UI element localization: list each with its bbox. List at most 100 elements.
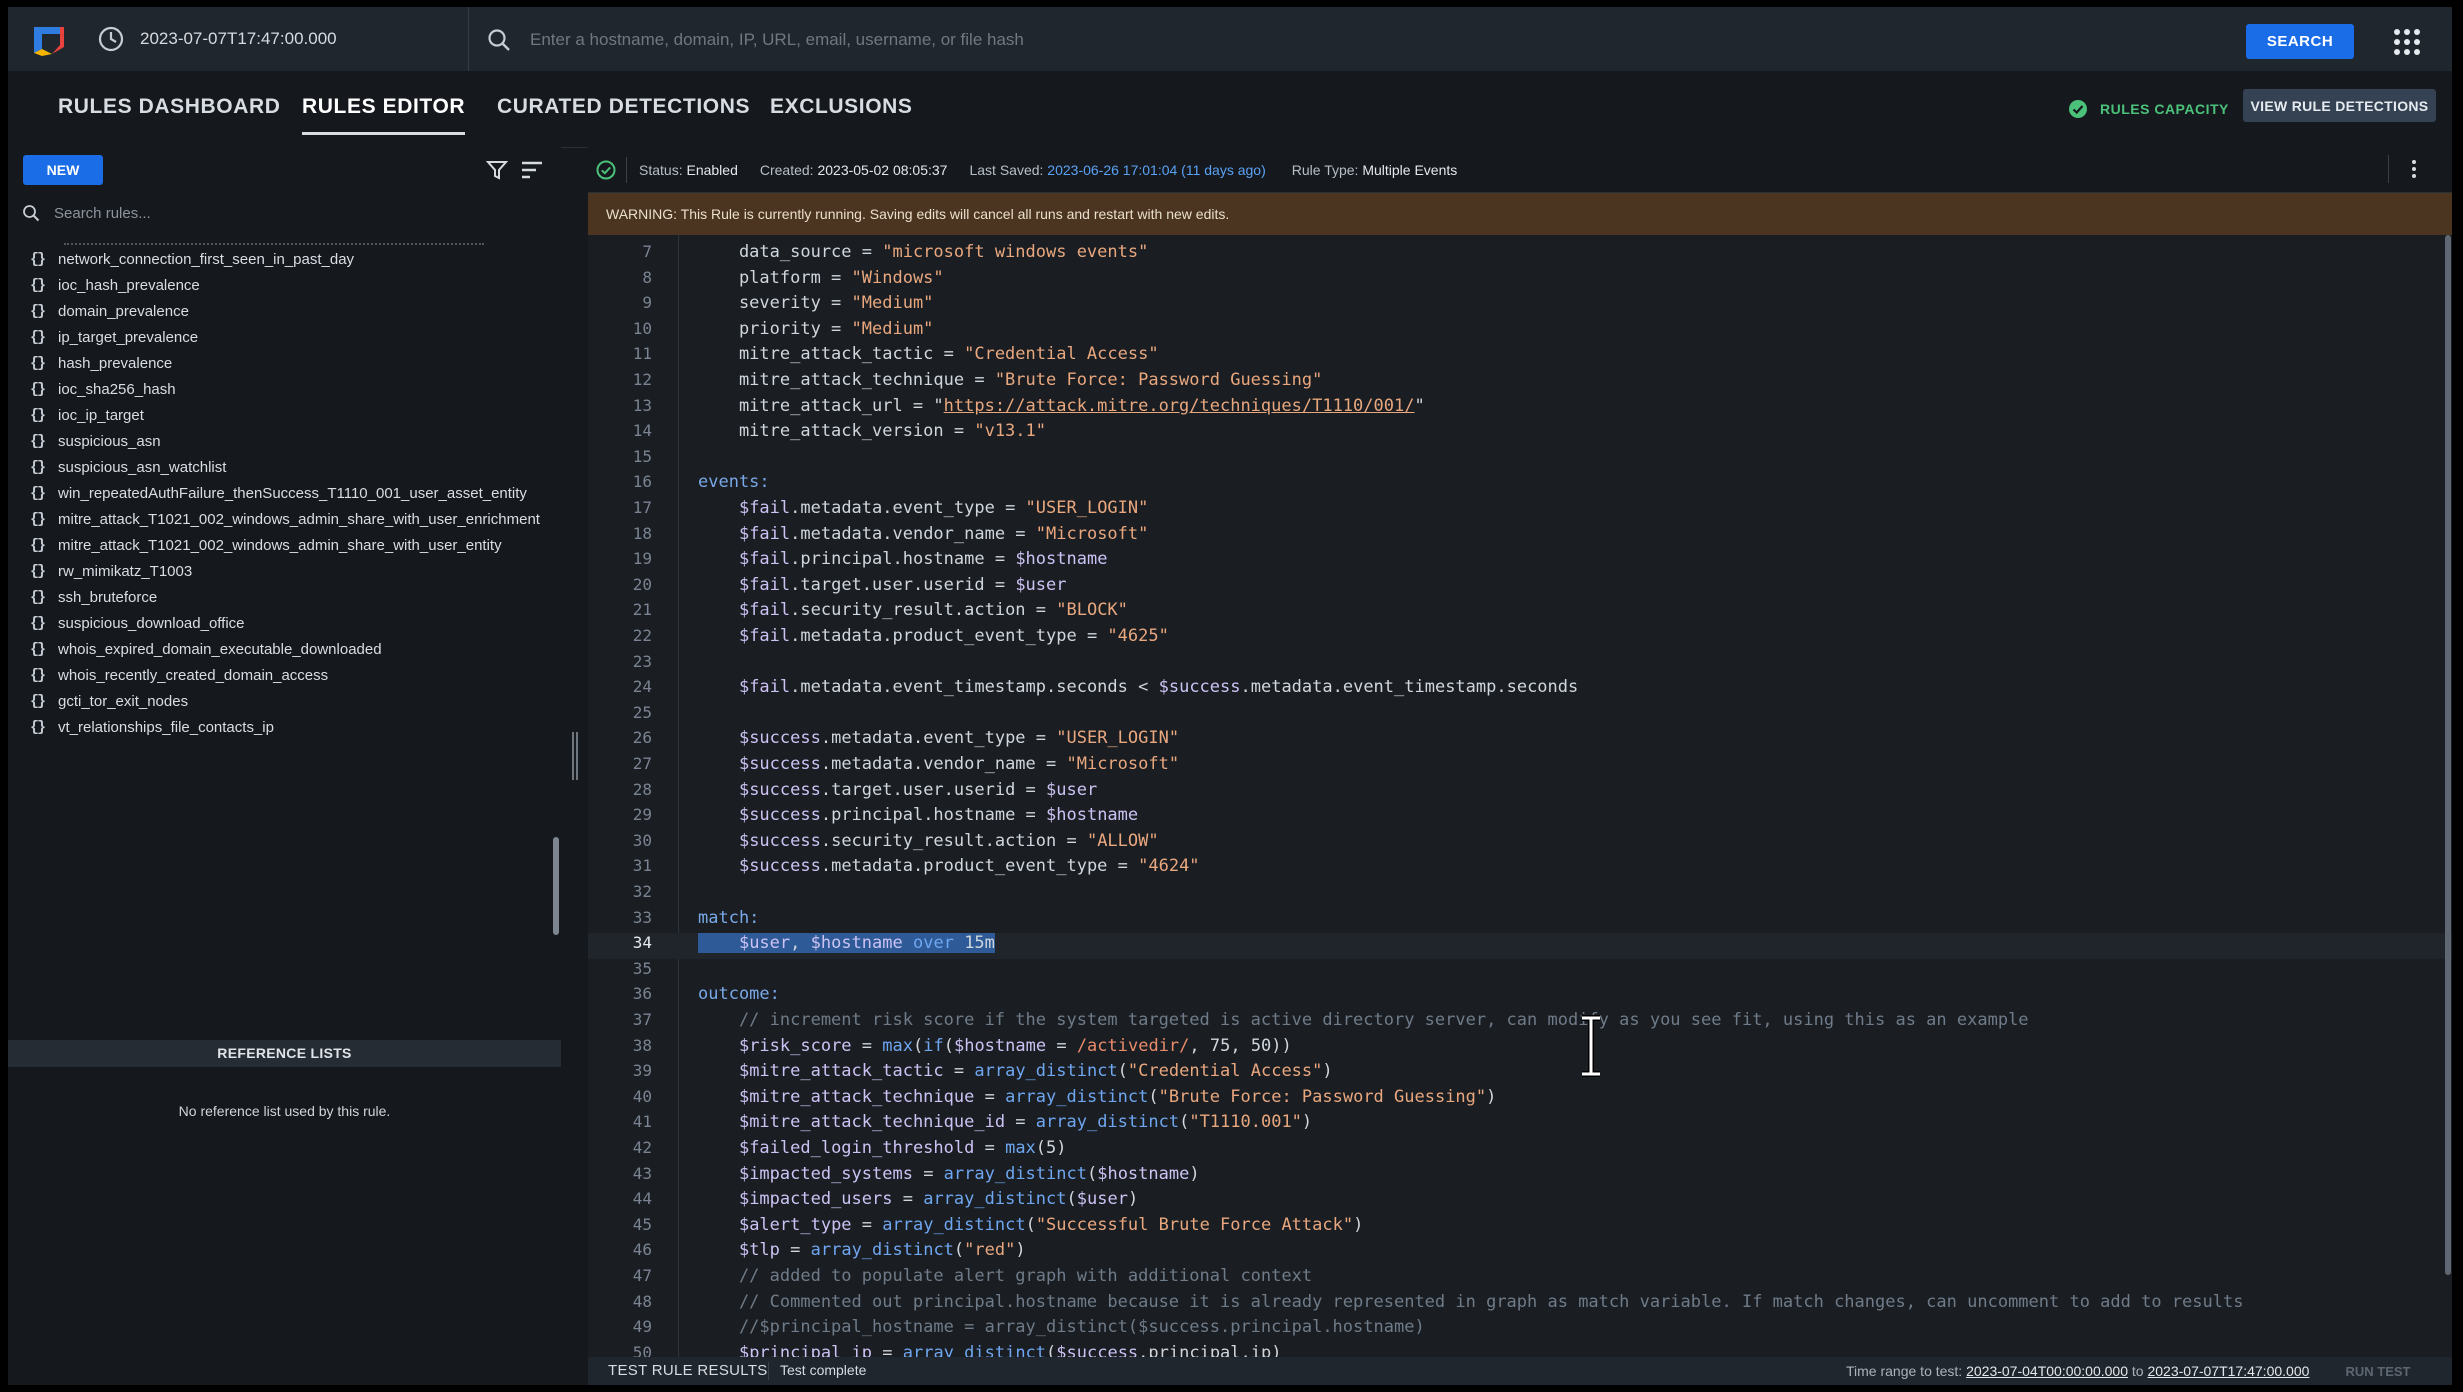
code-line[interactable]: 43 $impacted_systems = array_distinct($h… (588, 1164, 2452, 1190)
rule-list-item[interactable]: {} domain_prevalence (30, 297, 189, 325)
code-line[interactable]: 41 $mitre_attack_technique_id = array_di… (588, 1112, 2452, 1138)
code-line[interactable]: 25 (588, 703, 2452, 729)
code-braces-icon: {} (30, 302, 46, 320)
code-line[interactable]: 30 $success.security_result.action = "AL… (588, 831, 2452, 857)
code-line[interactable]: 33 match: (588, 908, 2452, 934)
code-line[interactable]: 46 $tlp = array_distinct("red") (588, 1240, 2452, 1266)
code-text: // increment risk score if the system ta… (698, 1010, 2029, 1030)
filter-icon[interactable] (486, 159, 508, 181)
test-time-range[interactable]: Time range to test: 2023-07-04T00:00:00.… (1846, 1363, 2309, 1379)
line-number: 12 (632, 370, 652, 389)
rule-list-item[interactable]: {} hash_prevalence (30, 349, 172, 377)
test-status: Test complete (780, 1362, 867, 1378)
last-saved-link[interactable]: 2023-06-26 17:01:04 (11 days ago) (1047, 162, 1265, 178)
code-line[interactable]: 13 mitre_attack_url = "https://attack.mi… (588, 396, 2452, 422)
code-line[interactable]: 18 $fail.metadata.vendor_name = "Microso… (588, 524, 2452, 550)
code-text: $fail.principal.hostname = $hostname (738, 549, 1108, 570)
code-line[interactable]: 20 $fail.target.user.userid = $user (588, 575, 2452, 601)
timestamp-text: 2023-07-07T17:47:00.000 (140, 29, 337, 48)
code-line[interactable]: 8 platform = "Windows" (588, 268, 2452, 294)
code-line[interactable]: 23 (588, 652, 2452, 678)
panel-resize-handle[interactable] (572, 732, 578, 780)
code-line[interactable]: 27 $success.metadata.vendor_name = "Micr… (588, 754, 2452, 780)
rule-list-item[interactable]: {} ioc_sha256_hash (30, 375, 176, 403)
rule-list-item[interactable]: {} suspicious_asn (30, 427, 161, 455)
tab-rules-dashboard[interactable]: RULES DASHBOARD (58, 95, 281, 119)
rule-search-input[interactable] (52, 203, 516, 223)
code-line[interactable]: 16 events: (588, 472, 2452, 498)
rule-list-item[interactable]: {} whois_recently_created_domain_access (30, 661, 328, 689)
code-line[interactable]: 7 data_source = "microsoft windows event… (588, 242, 2452, 268)
tab-exclusions[interactable]: EXCLUSIONS (770, 95, 913, 119)
code-line[interactable]: 49 //$principal_hostname = array_distinc… (588, 1317, 2452, 1343)
line-number: 40 (632, 1086, 652, 1106)
code-line[interactable]: 35 (588, 959, 2452, 985)
rule-list-item[interactable]: {} ioc_hash_prevalence (30, 271, 200, 299)
code-line[interactable]: 14 mitre_attack_version = "v13.1" (588, 421, 2452, 447)
code-line[interactable]: 36 outcome: (588, 984, 2452, 1010)
code-editor[interactable]: 7 data_source = "microsoft windows event… (588, 235, 2452, 1357)
code-line[interactable]: 44 $impacted_users = array_distinct($use… (588, 1189, 2452, 1215)
rules-capacity-link[interactable]: RULES CAPACITY (2068, 99, 2229, 119)
code-line[interactable]: 47 // added to populate alert graph with… (588, 1266, 2452, 1292)
code-line[interactable]: 48 // Commented out principal.hostname b… (588, 1292, 2452, 1318)
rule-list-item[interactable]: {} rw_mimikatz_T1003 (30, 557, 192, 585)
code-line[interactable]: 17 $fail.metadata.event_type = "USER_LOG… (588, 498, 2452, 524)
code-line[interactable]: 40 $mitre_attack_technique = array_disti… (588, 1087, 2452, 1113)
new-rule-button[interactable]: NEW (23, 155, 103, 185)
code-line[interactable]: 24 $fail.metadata.event_timestamp.second… (588, 677, 2452, 703)
code-line[interactable]: 31 $success.metadata.product_event_type … (588, 856, 2452, 882)
code-line[interactable]: 34 $user, $hostname over 15m (588, 933, 2452, 959)
tab-curated-detections[interactable]: CURATED DETECTIONS (497, 95, 750, 119)
code-braces-icon: {} (30, 276, 46, 294)
code-text: outcome: (698, 984, 780, 1005)
rule-list-item[interactable]: {} suspicious_asn_watchlist (30, 453, 226, 481)
rule-list-item[interactable]: {} mitre_attack_T1021_002_windows_admin_s… (30, 531, 502, 559)
code-line[interactable]: 37 // increment risk score if the system… (588, 1010, 2452, 1036)
code-line[interactable]: 38 $risk_score = max(if($hostname = /act… (588, 1036, 2452, 1062)
rule-list-item[interactable]: {} mitre_attack_T1021_002_windows_admin_s… (30, 505, 540, 533)
code-line[interactable]: 45 $alert_type = array_distinct("Success… (588, 1215, 2452, 1241)
view-rule-detections-button[interactable]: VIEW RULE DETECTIONS (2243, 89, 2436, 122)
code-line[interactable]: 19 $fail.principal.hostname = $hostname (588, 549, 2452, 575)
code-line[interactable]: 11 mitre_attack_tactic = "Credential Acc… (588, 344, 2452, 370)
rule-list-item[interactable]: {} win_repeatedAuthFailure_thenSuccess_T1… (30, 479, 527, 507)
rule-list-item[interactable]: {} suspicious_download_office (30, 609, 245, 637)
code-line[interactable]: 39 $mitre_attack_tactic = array_distinct… (588, 1061, 2452, 1087)
rules-sidebar: NEW {}network_connection_first_seen_in_p… (8, 147, 561, 1385)
code-line[interactable]: 10 priority = "Medium" (588, 319, 2452, 345)
editor-scrollbar[interactable] (2445, 235, 2451, 1275)
run-test-button[interactable]: RUN TEST (2328, 1358, 2428, 1384)
more-options-icon[interactable] (2405, 157, 2423, 181)
code-line[interactable]: 26 $success.metadata.event_type = "USER_… (588, 728, 2452, 754)
code-braces-icon: {} (30, 562, 46, 580)
apps-grid-icon[interactable] (2392, 27, 2422, 57)
code-line[interactable]: 29 $success.principal.hostname = $hostna… (588, 805, 2452, 831)
app-logo[interactable] (30, 23, 66, 57)
search-button[interactable]: SEARCH (2246, 24, 2354, 59)
code-line[interactable]: 15 (588, 447, 2452, 473)
rule-list-scrollbar[interactable] (553, 837, 559, 935)
code-line[interactable]: 12 mitre_attack_technique = "Brute Force… (588, 370, 2452, 396)
test-rule-results-tab[interactable]: TEST RULE RESULTS (608, 1362, 768, 1379)
rule-list-item[interactable]: {} whois_expired_domain_executable_downlo… (30, 635, 382, 663)
code-line[interactable]: 32 (588, 882, 2452, 908)
rule-list-item[interactable]: {} gcti_tor_exit_nodes (30, 687, 188, 715)
code-line[interactable]: 42 $failed_login_threshold = max(5) (588, 1138, 2452, 1164)
rule-list-item[interactable]: {} ssh_bruteforce (30, 583, 157, 611)
rule-list-item[interactable]: {} vt_relationships_file_contacts_ip (30, 713, 274, 741)
global-search-input[interactable] (528, 21, 2232, 59)
sort-icon[interactable] (520, 159, 544, 181)
tab-rules-editor[interactable]: RULES EDITOR (302, 95, 466, 135)
code-braces-icon: {} (30, 692, 46, 710)
code-line[interactable]: 9 severity = "Medium" (588, 293, 2452, 319)
rule-list-item[interactable]: {} network_connection_first_seen_in_past_… (30, 245, 354, 273)
code-line[interactable]: 21 $fail.security_result.action = "BLOCK… (588, 600, 2452, 626)
rule-list-item[interactable]: {} ip_target_prevalence (30, 323, 198, 351)
code-line[interactable]: 50 $principal_ip = array_distinct($succe… (588, 1343, 2452, 1357)
rule-list-item[interactable]: {} ioc_ip_target (30, 401, 144, 429)
rule-search-box[interactable] (22, 199, 542, 227)
code-line[interactable]: 28 $success.target.user.userid = $user (588, 780, 2452, 806)
code-line[interactable]: 22 $fail.metadata.product_event_type = "… (588, 626, 2452, 652)
time-picker[interactable]: 2023-07-07T17:47:00.000 (96, 7, 469, 71)
